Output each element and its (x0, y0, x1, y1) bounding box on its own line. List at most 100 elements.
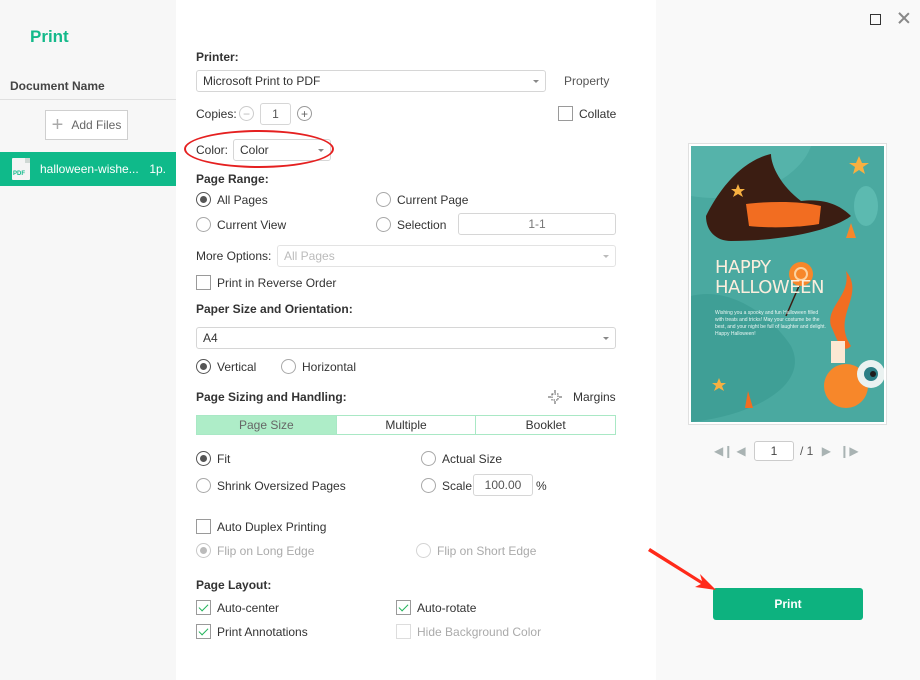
page-navigator: ◀❙ ◀ 1 / 1 ▶ ❙▶ (714, 440, 859, 462)
horizontal-label: Horizontal (302, 360, 357, 374)
copies-label: Copies: (196, 107, 237, 121)
print-button[interactable]: Print (713, 588, 863, 620)
current-view-label: Current View (217, 218, 287, 232)
hide-background-label: Hide Background Color (417, 625, 542, 639)
selection-label: Selection (397, 218, 447, 232)
more-options-select[interactable]: All Pages (277, 245, 616, 267)
paper-size-select[interactable]: A4 (196, 327, 616, 349)
file-list-item[interactable]: PDF halloween-wishe... 1p. (0, 152, 176, 186)
page-range-label: Page Range: (196, 172, 269, 186)
add-files-button[interactable]: + Add Files (45, 110, 128, 140)
file-pages: 1p. (149, 162, 166, 176)
page-layout-label: Page Layout: (196, 578, 272, 592)
preview-panel: HAPPY HALLOWEEN Wishing you a spooky and… (656, 0, 920, 680)
print-annotations-checkbox[interactable] (196, 624, 211, 639)
shrink-oversized-label: Shrink Oversized Pages (217, 479, 346, 493)
fit-label: Fit (217, 452, 231, 466)
close-icon[interactable] (896, 10, 912, 26)
radio-flip-long-edge[interactable] (196, 543, 211, 558)
pdf-icon: PDF (12, 158, 30, 180)
decrement-copies-button[interactable]: − (239, 106, 254, 121)
radio-all-pages[interactable] (196, 192, 211, 207)
page-preview: HAPPY HALLOWEEN Wishing you a spooky and… (688, 143, 887, 425)
radio-fit[interactable] (196, 451, 211, 466)
paper-size-value: A4 (203, 331, 218, 345)
divider (0, 99, 176, 100)
margins-icon[interactable] (548, 390, 562, 404)
hide-background-checkbox[interactable] (396, 624, 411, 639)
printer-label: Printer: (196, 50, 239, 64)
chevron-down-icon (603, 337, 609, 340)
first-page-icon[interactable]: ◀❙ (714, 444, 733, 458)
copies-input[interactable]: 1 (260, 103, 291, 125)
printer-select[interactable]: Microsoft Print to PDF (196, 70, 546, 92)
document-name-header: Document Name (10, 79, 105, 93)
color-label: Color: (196, 143, 229, 157)
sidebar: Print Document Name + Add Files PDF hall… (0, 0, 176, 680)
plus-icon: + (51, 114, 64, 136)
page-number-input[interactable]: 1 (754, 441, 794, 461)
duplex-checkbox[interactable] (196, 519, 211, 534)
add-files-label: Add Files (71, 118, 122, 132)
radio-scale[interactable] (421, 478, 436, 493)
total-pages: / 1 (800, 444, 814, 458)
page-sizing-label: Page Sizing and Handling: (196, 390, 347, 404)
margins-button[interactable]: Margins (573, 390, 616, 404)
color-select[interactable]: Color (233, 139, 331, 161)
maximize-icon[interactable] (870, 14, 881, 25)
halloween-card-image: HAPPY HALLOWEEN Wishing you a spooky and… (691, 146, 884, 422)
scale-input[interactable]: 100.00 (473, 474, 533, 496)
chevron-down-icon (603, 255, 609, 258)
vertical-label: Vertical (217, 360, 257, 374)
more-options-value: All Pages (284, 249, 335, 263)
radio-flip-short-edge[interactable] (416, 543, 431, 558)
radio-shrink-oversized[interactable] (196, 478, 211, 493)
app-title: Print (30, 27, 69, 46)
last-page-icon[interactable]: ❙▶ (839, 444, 858, 458)
auto-rotate-checkbox[interactable] (396, 600, 411, 615)
actual-size-label: Actual Size (442, 452, 503, 466)
chevron-down-icon (318, 149, 324, 152)
pdf-icon-text: PDF (13, 171, 25, 177)
reverse-order-label: Print in Reverse Order (217, 276, 337, 290)
printer-select-value: Microsoft Print to PDF (203, 74, 321, 88)
sizing-tabs: Page Size Multiple Booklet (196, 415, 616, 435)
radio-actual-size[interactable] (421, 451, 436, 466)
radio-vertical[interactable] (196, 359, 211, 374)
prev-page-icon[interactable]: ◀ (734, 444, 748, 458)
paper-size-label: Paper Size and Orientation: (196, 302, 353, 316)
radio-current-view[interactable] (196, 217, 211, 232)
tab-booklet[interactable]: Booklet (475, 416, 616, 434)
radio-horizontal[interactable] (281, 359, 296, 374)
scale-label: Scale (442, 479, 473, 493)
selection-range-input[interactable]: 1-1 (458, 213, 616, 235)
print-settings-panel: Printer: Microsoft Print to PDF Property… (176, 0, 656, 680)
chevron-down-icon (533, 80, 539, 83)
card-heading-line1: HAPPY (715, 257, 771, 278)
more-options-label: More Options: (196, 249, 272, 263)
flip-short-edge-label: Flip on Short Edge (437, 544, 537, 558)
file-name: halloween-wishe... (40, 162, 139, 176)
duplex-label: Auto Duplex Printing (217, 520, 327, 534)
collate-label: Collate (579, 107, 617, 121)
tab-page-size[interactable]: Page Size (197, 416, 336, 434)
current-page-label: Current Page (397, 193, 469, 207)
auto-center-label: Auto-center (217, 601, 280, 615)
tab-multiple[interactable]: Multiple (335, 416, 476, 434)
auto-center-checkbox[interactable] (196, 600, 211, 615)
print-annotations-label: Print Annotations (217, 625, 308, 639)
card-body-text: Wishing you a spooky and fun Halloween f… (715, 310, 826, 337)
radio-current-page[interactable] (376, 192, 391, 207)
color-select-value: Color (240, 143, 269, 157)
property-link[interactable]: Property (564, 74, 609, 88)
auto-rotate-label: Auto-rotate (417, 601, 477, 615)
next-page-icon[interactable]: ▶ (819, 444, 833, 458)
scale-unit: % (536, 479, 547, 493)
collate-checkbox[interactable] (558, 106, 573, 121)
all-pages-label: All Pages (217, 193, 268, 207)
radio-selection[interactable] (376, 217, 391, 232)
increment-copies-button[interactable]: + (297, 106, 312, 121)
flip-long-edge-label: Flip on Long Edge (217, 544, 315, 558)
reverse-order-checkbox[interactable] (196, 275, 211, 290)
card-heading-line2: HALLOWEEN (715, 277, 824, 298)
